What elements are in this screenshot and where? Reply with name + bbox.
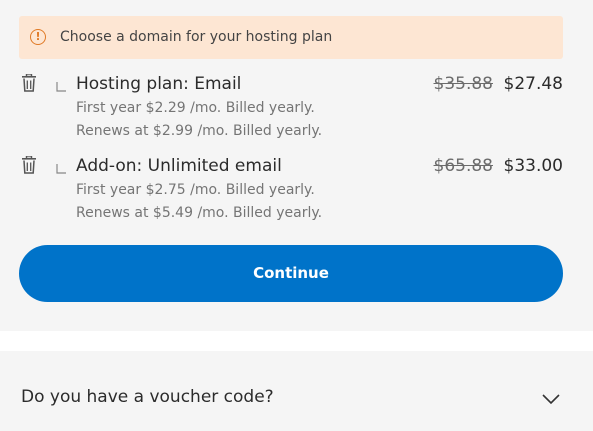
original-price: $65.88	[433, 156, 493, 176]
item-title: Hosting plan: Email	[76, 74, 242, 94]
sub-item-elbow-icon	[56, 159, 66, 174]
item-title: Add-on: Unlimited email	[76, 156, 282, 176]
chevron-down-icon[interactable]	[542, 390, 560, 405]
domain-alert: ! Choose a domain for your hosting plan	[19, 16, 563, 59]
cart-item-hosting-plan: Hosting plan: Email $35.88 $27.48 First …	[0, 73, 593, 154]
sub-item-elbow-icon	[56, 77, 66, 92]
trash-icon[interactable]	[21, 155, 37, 174]
renewal-pricing: Renews at $5.49 /mo. Billed yearly.	[76, 205, 323, 221]
discounted-price: $33.00	[503, 156, 563, 176]
voucher-code-toggle[interactable]: Do you have a voucher code?	[0, 351, 593, 431]
discounted-price: $27.48	[503, 74, 563, 94]
exclamation-circle-icon: !	[30, 29, 46, 45]
original-price: $35.88	[433, 74, 493, 94]
renewal-pricing: Renews at $2.99 /mo. Billed yearly.	[76, 123, 323, 139]
trash-icon[interactable]	[21, 73, 37, 92]
continue-button[interactable]: Continue	[19, 245, 563, 302]
alert-text: Choose a domain for your hosting plan	[60, 29, 333, 45]
first-year-pricing: First year $2.29 /mo. Billed yearly.	[76, 100, 315, 116]
first-year-pricing: First year $2.75 /mo. Billed yearly.	[76, 182, 315, 198]
voucher-label: Do you have a voucher code?	[21, 387, 274, 407]
cart-summary-panel: ! Choose a domain for your hosting plan …	[0, 0, 593, 331]
cart-item-addon: Add-on: Unlimited email $65.88 $33.00 Fi…	[0, 155, 593, 236]
